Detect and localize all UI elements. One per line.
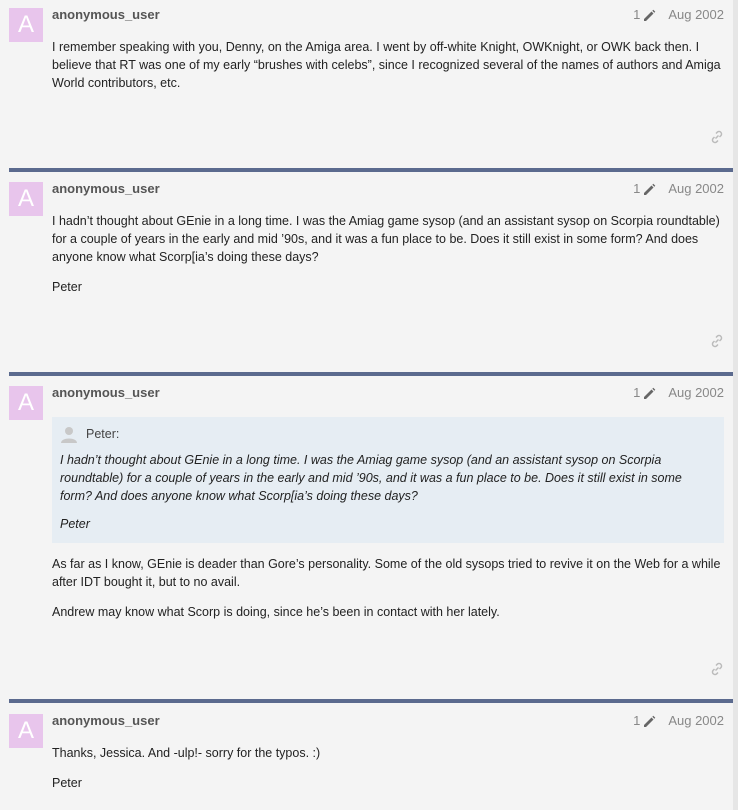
post-date[interactable]: Aug 2002: [668, 713, 724, 728]
link-icon[interactable]: [710, 130, 724, 144]
username[interactable]: anonymous_user: [52, 713, 160, 728]
scrollbar-track[interactable]: [733, 0, 738, 810]
post-date[interactable]: Aug 2002: [668, 385, 724, 400]
post: A anonymous_user 1 Aug 2002 Thanks, Jess…: [9, 706, 733, 810]
quote-signature: Peter: [60, 517, 90, 531]
username[interactable]: anonymous_user: [52, 7, 160, 22]
quote-paragraph: I hadn’t thought about GEnie in a long t…: [60, 453, 682, 503]
post-body: Peter: I hadn’t thought about GEnie in a…: [52, 417, 724, 633]
pencil-icon[interactable]: [642, 182, 656, 196]
post: A anonymous_user 1 Aug 2002 I hadn’t tho…: [9, 174, 733, 372]
avatar[interactable]: A: [9, 8, 43, 42]
post-body: I hadn’t thought about GEnie in a long t…: [52, 212, 724, 308]
link-icon[interactable]: [710, 334, 724, 348]
pencil-icon[interactable]: [642, 386, 656, 400]
post: A anonymous_user 1 Aug 2002 Peter: I had…: [9, 378, 733, 698]
post-paragraph: I hadn’t thought about GEnie in a long t…: [52, 214, 720, 264]
username[interactable]: anonymous_user: [52, 181, 160, 196]
post-paragraph: I remember speaking with you, Denny, on …: [52, 40, 721, 90]
post: A anonymous_user 1 Aug 2002 I remember s…: [9, 0, 733, 168]
pencil-icon[interactable]: [642, 8, 656, 22]
quote-author: Peter:: [86, 427, 120, 441]
post-signature: Peter: [52, 280, 82, 294]
post-separator: [9, 699, 733, 703]
avatar[interactable]: A: [9, 182, 43, 216]
post-paragraph: As far as I know, GEnie is deader than G…: [52, 557, 721, 589]
quote-avatar-icon: [61, 427, 77, 443]
post-meta: 1 Aug 2002: [633, 7, 724, 22]
post-meta: 1 Aug 2002: [633, 385, 724, 400]
avatar[interactable]: A: [9, 714, 43, 748]
post-meta: 1 Aug 2002: [633, 181, 724, 196]
quote-header[interactable]: Peter:: [60, 425, 714, 443]
edit-count[interactable]: 1: [633, 385, 640, 400]
avatar[interactable]: A: [9, 386, 43, 420]
post-body: Thanks, Jessica. And -ulp!- sorry for th…: [52, 744, 724, 804]
post-date[interactable]: Aug 2002: [668, 7, 724, 22]
post-paragraph: Thanks, Jessica. And -ulp!- sorry for th…: [52, 746, 321, 760]
post-meta: 1 Aug 2002: [633, 713, 724, 728]
edit-count[interactable]: 1: [633, 7, 640, 22]
post-body: I remember speaking with you, Denny, on …: [52, 38, 724, 104]
username[interactable]: anonymous_user: [52, 385, 160, 400]
quote-block: Peter: I hadn’t thought about GEnie in a…: [52, 417, 724, 543]
quote-body: I hadn’t thought about GEnie in a long t…: [60, 451, 714, 533]
post-signature: Peter: [52, 776, 82, 790]
post-paragraph: Andrew may know what Scorp is doing, sin…: [52, 605, 500, 619]
post-separator: [9, 372, 733, 376]
pencil-icon[interactable]: [642, 714, 656, 728]
link-icon[interactable]: [710, 662, 724, 676]
edit-count[interactable]: 1: [633, 181, 640, 196]
post-separator: [9, 168, 733, 172]
post-date[interactable]: Aug 2002: [668, 181, 724, 196]
edit-count[interactable]: 1: [633, 713, 640, 728]
